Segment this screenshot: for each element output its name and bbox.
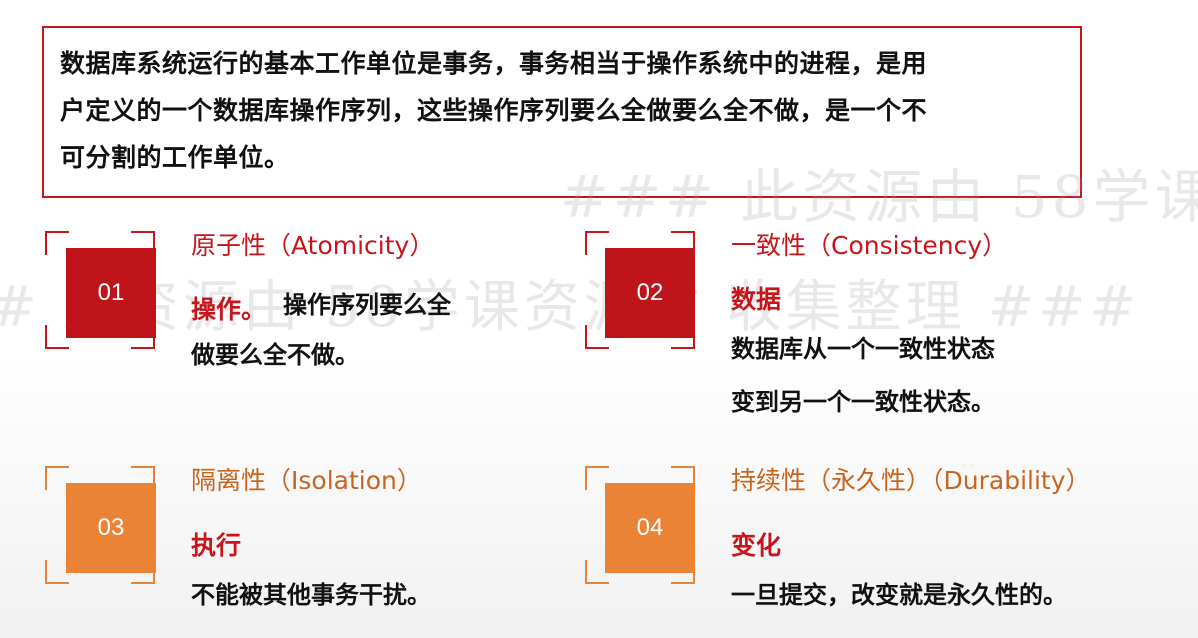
number-badge-01: 01 — [66, 248, 156, 338]
intro-line-3: 可分割的工作单位。 — [60, 143, 290, 172]
number-badge-04: 04 — [605, 483, 695, 573]
desc-consistency-2: 变到另一个一致性状态。 — [731, 388, 995, 416]
keyword-isolation: 执行 — [191, 531, 242, 560]
desc-isolation: 不能被其他事务干扰。 — [191, 581, 431, 609]
keyword-atomicity: 操作。 — [191, 295, 267, 324]
desc-atomicity-2: 做要么全不做。 — [191, 341, 359, 369]
title-consistency: 一致性（Consistency） — [731, 231, 1008, 260]
title-durability: 持续性（永久性）（Durability） — [731, 466, 1091, 495]
number-badge-03: 03 — [66, 483, 156, 573]
intro-line-2: 户定义的一个数据库操作序列，这些操作序列要么全做要么全不做，是一个不 — [60, 96, 928, 125]
keyword-consistency: 数据 — [731, 285, 782, 314]
keyword-durability: 变化 — [731, 531, 782, 560]
intro-line-1: 数据库系统运行的基本工作单位是事务，事务相当于操作系统中的进程，是用 — [60, 49, 928, 78]
intro-box: 数据库系统运行的基本工作单位是事务，事务相当于操作系统中的进程，是用 户定义的一… — [42, 26, 1082, 198]
title-atomicity: 原子性（Atomicity） — [191, 231, 435, 260]
title-isolation: 隔离性（Isolation） — [191, 466, 422, 495]
desc-atomicity-1: 操作序列要么全 — [283, 291, 451, 319]
desc-consistency-1: 数据库从一个一致性状态 — [731, 335, 995, 363]
desc-durability: 一旦提交，改变就是永久性的。 — [731, 581, 1067, 609]
number-badge-02: 02 — [605, 248, 695, 338]
